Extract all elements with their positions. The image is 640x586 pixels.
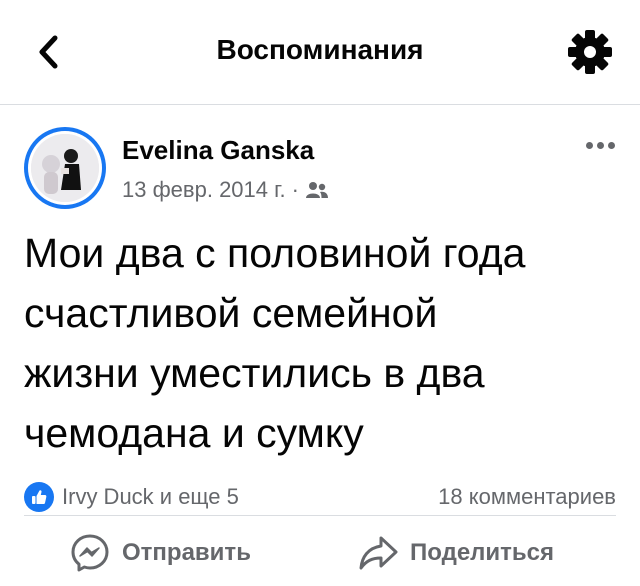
post-date[interactable]: 13 февр. 2014 г. (122, 177, 286, 203)
messenger-icon (71, 534, 109, 572)
post-stats: Irvy Duck и еще 5 18 комментариев (24, 477, 616, 517)
more-dot-icon (585, 141, 593, 149)
post-text: Мои два с половиной года счастливой семе… (24, 223, 624, 463)
share-arrow-icon (359, 536, 398, 570)
meta-separator: · (291, 177, 299, 202)
more-options-button[interactable] (580, 135, 620, 155)
post-text-line: счастливой семейной (24, 290, 438, 336)
post-text-line: Мои два с половиной года (24, 230, 526, 276)
share-button[interactable]: Поделиться (358, 523, 554, 583)
share-label: Поделиться (410, 539, 555, 566)
friends-icon (305, 182, 328, 198)
comments-count[interactable]: 18 комментариев (438, 484, 616, 510)
reactions-text: Irvy Duck и еще 5 (62, 484, 239, 509)
post-text-line: жизни уместились в два (24, 350, 485, 396)
post-text-line: чемодана и сумку (24, 410, 364, 456)
back-button[interactable] (30, 32, 66, 72)
settings-button[interactable] (566, 28, 614, 76)
memory-post: Evelina Ganska 13 февр. 2014 г. · Мои дв… (0, 105, 640, 586)
send-label: Отправить (122, 539, 251, 566)
top-bar: Воспоминания (0, 0, 640, 105)
reactions-summary[interactable]: Irvy Duck и еще 5 (24, 482, 239, 512)
more-dot-icon (607, 141, 615, 149)
gear-icon (568, 30, 612, 74)
chevron-left-icon (39, 35, 58, 69)
avatar-photo (31, 134, 99, 202)
avatar[interactable] (24, 127, 106, 209)
send-button[interactable]: Отправить (70, 523, 251, 583)
post-actions: Отправить Поделиться (0, 523, 640, 583)
like-reaction-icon (24, 482, 54, 512)
author-name[interactable]: Evelina Ganska (122, 135, 314, 166)
post-meta: 13 февр. 2014 г. · (122, 177, 329, 203)
more-dot-icon (596, 141, 604, 149)
avatar-ring (28, 131, 102, 205)
divider (24, 515, 616, 516)
page-title: Воспоминания (216, 34, 424, 65)
